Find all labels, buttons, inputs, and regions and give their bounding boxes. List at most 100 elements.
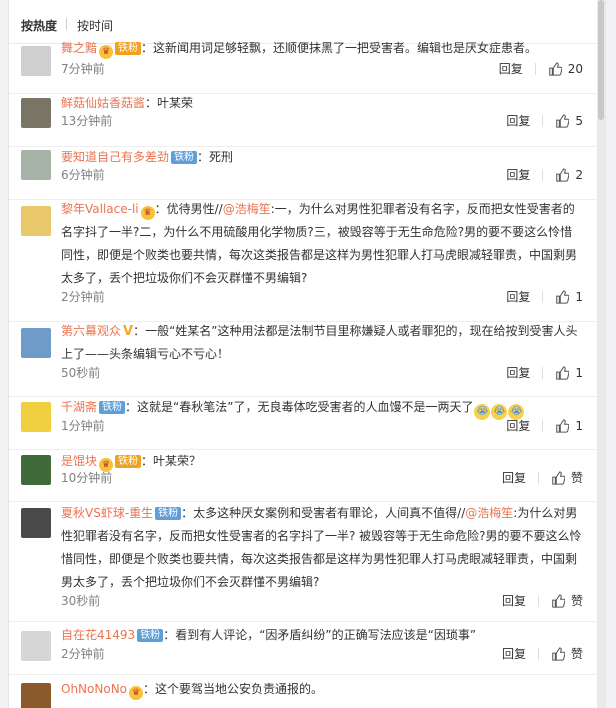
- comment-body: 舞之黯 ♛ 铁粉 ：这新闻用词足够轻飘，还顺便抹黑了一把受害者。编辑也是厌女症患者。: [61, 37, 583, 60]
- action-divider: [542, 114, 544, 127]
- vip-icon: ♛: [140, 206, 155, 220]
- avatar[interactable]: [21, 46, 51, 76]
- reply-button[interactable]: 回复: [506, 417, 530, 434]
- comment-item: 夏秋VS虾球-重生 铁粉 ：太多这种厌女案例和受害者有罪论，人间真不值得//@浩梅笙…: [9, 502, 605, 622]
- reply-button[interactable]: 回复: [506, 166, 530, 183]
- comment-text: ：这就是“春秋笔法”了，无良毒体吃受害者的人血馒不是一两天了: [125, 400, 474, 414]
- thumbs-up-icon[interactable]: [551, 470, 566, 485]
- comment-item: 鲜菇仙姑香菇酱：叶某荣 13分钟前 回复 5: [9, 94, 605, 147]
- thumbs-up-icon[interactable]: [551, 593, 566, 608]
- mention-link[interactable]: @浩梅笙: [465, 506, 513, 520]
- avatar[interactable]: [21, 402, 51, 432]
- reply-button[interactable]: 回复: [506, 112, 530, 129]
- avatar[interactable]: [21, 98, 51, 128]
- like-count[interactable]: 1: [575, 419, 583, 433]
- scrollbar-thumb[interactable]: [598, 0, 604, 120]
- action-divider: [537, 647, 539, 660]
- comment-time: 13分钟前: [61, 114, 113, 128]
- avatar[interactable]: [21, 206, 51, 236]
- comment-text: ：这个要驾当地公安负责通报的。: [143, 682, 324, 696]
- like-count[interactable]: 20: [568, 62, 583, 76]
- like-count[interactable]: 赞: [571, 469, 583, 486]
- like-count[interactable]: 1: [575, 366, 583, 380]
- comment-text: ：叶某荣？: [141, 454, 202, 468]
- comment-body: OhNoNoNo ♛ ：这个要驾当地公安负责通报的。: [61, 678, 583, 701]
- thumbs-up-icon[interactable]: [548, 61, 563, 76]
- like-count[interactable]: 2: [575, 168, 583, 182]
- comment-body: 要知道自己有多差劲 铁粉 ：死刑: [61, 146, 583, 169]
- reply-button[interactable]: 回复: [502, 645, 526, 662]
- vip-icon: ♛: [129, 686, 144, 700]
- comment-item: 舞之黯 ♛ 铁粉 ：这新闻用词足够轻飘，还顺便抹黑了一把受害者。编辑也是厌女症患者。 7…: [9, 41, 605, 94]
- sort-by-time[interactable]: 按时间: [77, 17, 113, 34]
- reply-button[interactable]: 回复: [506, 288, 530, 305]
- comment-username[interactable]: 是馄块: [61, 454, 97, 468]
- comment-actions: 回复 赞: [502, 592, 583, 609]
- mention-link[interactable]: @浩梅笙: [223, 202, 271, 216]
- fan-badge: 铁粉: [171, 151, 198, 164]
- avatar[interactable]: [21, 683, 51, 708]
- comment-time: 30秒前: [61, 594, 101, 608]
- comment-actions: 回复 赞: [502, 645, 583, 662]
- comment-actions: 回复 赞: [502, 469, 583, 486]
- comment-time: 10分钟前: [61, 471, 113, 485]
- fan-badge: 铁粉: [137, 629, 164, 642]
- fan-badge: 铁粉: [115, 42, 142, 55]
- comment-body: 千湖斋 铁粉 ：这就是“春秋笔法”了，无良毒体吃受害者的人血馒不是一两天了 😭 😭 😭: [61, 396, 583, 420]
- reply-button[interactable]: 回复: [506, 364, 530, 381]
- comment-body: 夏秋VS虾球-重生 铁粉 ：太多这种厌女案例和受害者有罪论，人间真不值得//@浩梅笙…: [61, 502, 583, 594]
- avatar[interactable]: [21, 150, 51, 180]
- comment-actions: 回复 1: [506, 417, 583, 434]
- comment-username[interactable]: 要知道自己有多差劲: [61, 150, 169, 164]
- sort-divider: [66, 18, 67, 30]
- like-count[interactable]: 赞: [571, 645, 583, 662]
- comment-username[interactable]: OhNoNoNo: [61, 682, 127, 696]
- thumbs-up-icon[interactable]: [555, 418, 570, 433]
- thumbs-up-icon[interactable]: [555, 365, 570, 380]
- comment-body: 第六幕观众 V：一般“姓某名”这种用法都是法制节目里称嫌疑人或者罪犯的，现在给按到…: [61, 320, 583, 366]
- comment-item: 第六幕观众 V：一般“姓某名”这种用法都是法制节目里称嫌疑人或者罪犯的，现在给按到…: [9, 320, 605, 397]
- sort-by-hot[interactable]: 按热度: [21, 17, 57, 34]
- avatar[interactable]: [21, 455, 51, 485]
- comment-username[interactable]: 第六幕观众: [61, 324, 121, 338]
- comment-text: ：优待男性//: [154, 202, 223, 216]
- scrollbar[interactable]: [597, 0, 605, 708]
- comment-username[interactable]: 黎年Vallace-li: [61, 202, 139, 216]
- fan-badge: 铁粉: [155, 507, 182, 520]
- comment-username[interactable]: 鲜菇仙姑香菇酱: [61, 96, 145, 110]
- crying-emoji-icon: 😭: [474, 404, 491, 420]
- action-divider: [542, 419, 544, 432]
- reply-button[interactable]: 回复: [499, 60, 523, 77]
- comment-actions: 回复 20: [499, 60, 583, 77]
- comment-time: 50秒前: [61, 366, 101, 380]
- comment-username[interactable]: 夏秋VS虾球-重生: [61, 506, 153, 520]
- avatar[interactable]: [21, 631, 51, 661]
- comment-item: 自在花41493 铁粉 ：看到有人评论，“因矛盾纠纷”的正确写法应该是“因琐事” 2分…: [9, 622, 605, 675]
- comment-panel: 按热度 按时间 舞之黯 ♛ 铁粉 ：这新闻用词足够轻飘，还顺便抹黑了一把受害者。编辑也…: [8, 0, 606, 708]
- comment-item: 千湖斋 铁粉 ：这就是“春秋笔法”了，无良毒体吃受害者的人血馒不是一两天了 😭 😭 😭 1分…: [9, 396, 605, 450]
- thumbs-up-icon[interactable]: [555, 167, 570, 182]
- comment-item: 要知道自己有多差劲 铁粉 ：死刑 6分钟前 回复 2: [9, 146, 605, 200]
- avatar[interactable]: [21, 328, 51, 358]
- comment-actions: 回复 1: [506, 364, 583, 381]
- thumbs-up-icon[interactable]: [555, 113, 570, 128]
- comment-item: 是馄块 ♛ 铁粉 ：叶某荣？ 10分钟前 回复赞: [9, 450, 605, 502]
- like-count[interactable]: 1: [575, 290, 583, 304]
- comment-username[interactable]: 自在花41493: [61, 628, 135, 642]
- fan-badge: 铁粉: [99, 401, 126, 414]
- comment-body: 自在花41493 铁粉 ：看到有人评论，“因矛盾纠纷”的正确写法应该是“因琐事”: [61, 624, 583, 647]
- action-divider: [542, 366, 544, 379]
- comment-username[interactable]: 千湖斋: [61, 400, 97, 414]
- comment-username[interactable]: 舞之黯: [61, 41, 97, 55]
- like-count[interactable]: 5: [575, 114, 583, 128]
- action-divider: [537, 594, 539, 607]
- reply-button[interactable]: 回复: [502, 469, 526, 486]
- like-count[interactable]: 赞: [571, 592, 583, 609]
- thumbs-up-icon[interactable]: [555, 289, 570, 304]
- avatar[interactable]: [21, 508, 51, 538]
- comment-body: 黎年Vallace-li ♛ ：优待男性//@浩梅笙:一，为什么对男性犯罪者没有名字…: [61, 198, 583, 290]
- thumbs-up-icon[interactable]: [551, 646, 566, 661]
- comment-actions: 回复 5: [506, 112, 583, 129]
- comment-text: ：叶某荣: [145, 96, 194, 110]
- reply-button[interactable]: 回复: [502, 592, 526, 609]
